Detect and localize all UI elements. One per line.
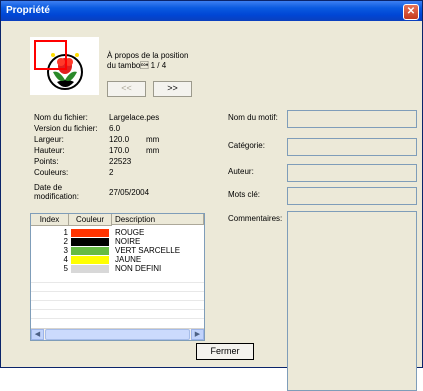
keywords-label: Mots clé: (228, 190, 261, 199)
color-swatch (71, 238, 109, 246)
title-bar[interactable]: Propriété ✕ (1, 1, 422, 21)
scrollbar-thumb[interactable] (45, 329, 190, 340)
table-row[interactable]: 3 VERT SARCELLE (31, 246, 204, 255)
row-description: ROUGE (115, 228, 145, 237)
table-row[interactable]: 1 ROUGE (31, 228, 204, 237)
points-label: Points: (34, 157, 59, 166)
file-name-label: Nom du fichier: (34, 113, 88, 122)
design-thumbnail (30, 37, 99, 95)
embroidery-preview-icon (34, 40, 83, 90)
points-value: 22523 (109, 157, 132, 166)
date-label-line1: Date de (34, 183, 63, 192)
date-value: 27/05/2004 (109, 188, 150, 197)
grid-line (31, 282, 204, 283)
color-swatch (71, 229, 109, 237)
colors-value: 2 (109, 168, 114, 177)
column-header-color[interactable]: Couleur (69, 214, 112, 226)
author-label: Auteur: (228, 167, 254, 176)
color-table[interactable]: Index Couleur Description 1 ROUGE 2 NOIR… (30, 213, 205, 341)
version-value: 6.0 (109, 124, 121, 133)
row-index: 2 (63, 237, 68, 246)
row-description: NOIRE (115, 237, 141, 246)
scroll-left-icon[interactable]: ◀ (31, 329, 44, 340)
next-position-button[interactable]: >> (153, 81, 192, 97)
column-header-description[interactable]: Description (112, 214, 204, 225)
colors-label: Couleurs: (34, 168, 69, 177)
category-field[interactable] (287, 138, 417, 156)
author-field[interactable] (287, 164, 417, 182)
table-row[interactable]: 2 NOIRE (31, 237, 204, 246)
width-label: Largeur: (34, 135, 64, 144)
row-index: 1 (63, 228, 68, 237)
height-value: 170.0 (109, 146, 130, 155)
window-title: Propriété (6, 5, 50, 16)
color-swatch (71, 256, 109, 264)
table-row[interactable]: 5 NON DEFINI (31, 264, 204, 273)
category-label: Catégorie: (228, 141, 265, 150)
grid-line (31, 291, 204, 292)
row-index: 5 (63, 264, 68, 273)
comments-field[interactable] (287, 211, 417, 391)
preview-caption-line2: du tambo 1 / 4 (107, 61, 167, 70)
comments-label: Commentaires: (228, 214, 283, 223)
close-icon[interactable]: ✕ (403, 4, 419, 20)
version-label: Version du fichier: (34, 124, 98, 133)
height-unit: mm (146, 146, 160, 155)
file-name-value: Largelace.pes (109, 113, 160, 122)
preview-caption-line1: À propos de la position (107, 51, 189, 60)
row-description: NON DEFINI (115, 264, 162, 273)
motif-name-label: Nom du motif: (228, 113, 278, 122)
previous-position-button[interactable]: << (107, 81, 146, 97)
column-header-index[interactable]: Index (31, 214, 69, 226)
property-dialog: Propriété ✕ À propos de la position du t… (0, 0, 423, 391)
date-label-line2: modification: (34, 192, 79, 201)
color-swatch (71, 247, 109, 255)
row-description: VERT SARCELLE (115, 246, 181, 255)
color-swatch (71, 265, 109, 273)
scroll-right-icon[interactable]: ▶ (191, 329, 204, 340)
grid-line (31, 318, 204, 319)
grid-line (31, 300, 204, 301)
horizontal-scrollbar[interactable]: ◀ ▶ (31, 328, 204, 340)
motif-name-field[interactable] (287, 110, 417, 128)
width-unit: mm (146, 135, 160, 144)
row-index: 4 (63, 255, 68, 264)
close-button[interactable]: Fermer (196, 343, 254, 360)
row-description: JAUNE (115, 255, 142, 264)
height-label: Hauteur: (34, 146, 65, 155)
table-row[interactable]: 4 JAUNE (31, 255, 204, 264)
width-value: 120.0 (109, 135, 130, 144)
keywords-field[interactable] (287, 187, 417, 205)
row-index: 3 (63, 246, 68, 255)
grid-line (31, 309, 204, 310)
